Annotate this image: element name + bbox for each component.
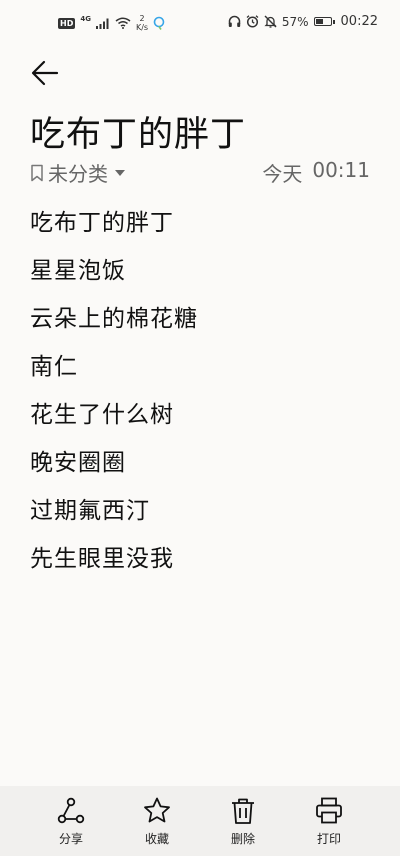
- note-body[interactable]: 吃布丁的胖丁 星星泡饭 云朵上的棉花糖 南仁 花生了什么树 晚安圈圈 过期氟西汀…: [30, 204, 198, 588]
- favorite-label: 收藏: [144, 832, 169, 846]
- hd-badge: HD: [58, 17, 76, 29]
- status-time: 00:22: [340, 14, 378, 29]
- note-meta: 未分类 今天 00:11: [30, 158, 370, 186]
- status-right: 57% 00:22: [228, 14, 378, 29]
- network-speed-value: 2: [139, 14, 145, 23]
- share-label: 分享: [58, 832, 83, 846]
- note-detail-screen: HD 4G 2 K/s 57% 00:22 吃布丁的胖丁 未分类 今天 00:1…: [0, 0, 400, 856]
- print-button[interactable]: 打印: [299, 786, 359, 856]
- status-bar: HD 4G 2 K/s 57% 00:22: [0, 0, 400, 44]
- category-label: 未分类: [48, 162, 108, 186]
- battery-fill: [315, 19, 323, 24]
- share-icon: [57, 797, 85, 824]
- note-line[interactable]: 吃布丁的胖丁: [30, 204, 198, 252]
- assistant-icon: [153, 16, 165, 30]
- trash-icon: [232, 798, 254, 824]
- note-time: 00:11: [312, 158, 370, 182]
- note-line[interactable]: 花生了什么树: [30, 396, 198, 444]
- battery-percent: 57%: [281, 14, 309, 29]
- battery-icon: [313, 17, 335, 26]
- mute-bell-icon: [264, 15, 277, 28]
- arrow-left-icon: [31, 60, 59, 86]
- headset-icon: [228, 15, 241, 27]
- category-selector[interactable]: 未分类: [30, 158, 125, 187]
- network-speed-unit: K/s: [135, 23, 149, 32]
- note-line[interactable]: 过期氟西汀: [30, 492, 198, 540]
- note-line[interactable]: 星星泡饭: [30, 252, 198, 300]
- favorite-button[interactable]: 收藏: [127, 786, 187, 856]
- note-line[interactable]: 南仁: [30, 348, 198, 396]
- note-line[interactable]: 先生眼里没我: [30, 540, 198, 588]
- printer-icon: [316, 797, 342, 824]
- share-button[interactable]: 分享: [41, 786, 101, 856]
- note-line[interactable]: 云朵上的棉花糖: [30, 300, 198, 348]
- delete-label: 删除: [230, 832, 255, 846]
- network-speed: 2 K/s: [136, 14, 148, 32]
- bookmark-icon: [31, 164, 43, 181]
- network-type: 4G: [80, 15, 91, 23]
- star-icon: [144, 797, 170, 823]
- alarm-icon: [246, 15, 259, 28]
- bottom-toolbar: 分享 收藏 删除 打印: [0, 786, 400, 856]
- wifi-icon: [115, 17, 131, 29]
- note-line[interactable]: 晚安圈圈: [30, 444, 198, 492]
- note-date: 今天: [262, 162, 303, 186]
- note-title[interactable]: 吃布丁的胖丁: [30, 106, 246, 157]
- delete-button[interactable]: 删除: [213, 786, 273, 856]
- status-left: HD 4G 2 K/s: [58, 14, 165, 32]
- signal-icon: [95, 18, 109, 29]
- back-button[interactable]: [30, 58, 60, 88]
- note-timestamp: 今天 00:11: [262, 158, 370, 187]
- print-label: 打印: [316, 832, 341, 846]
- caret-down-icon: [115, 169, 125, 176]
